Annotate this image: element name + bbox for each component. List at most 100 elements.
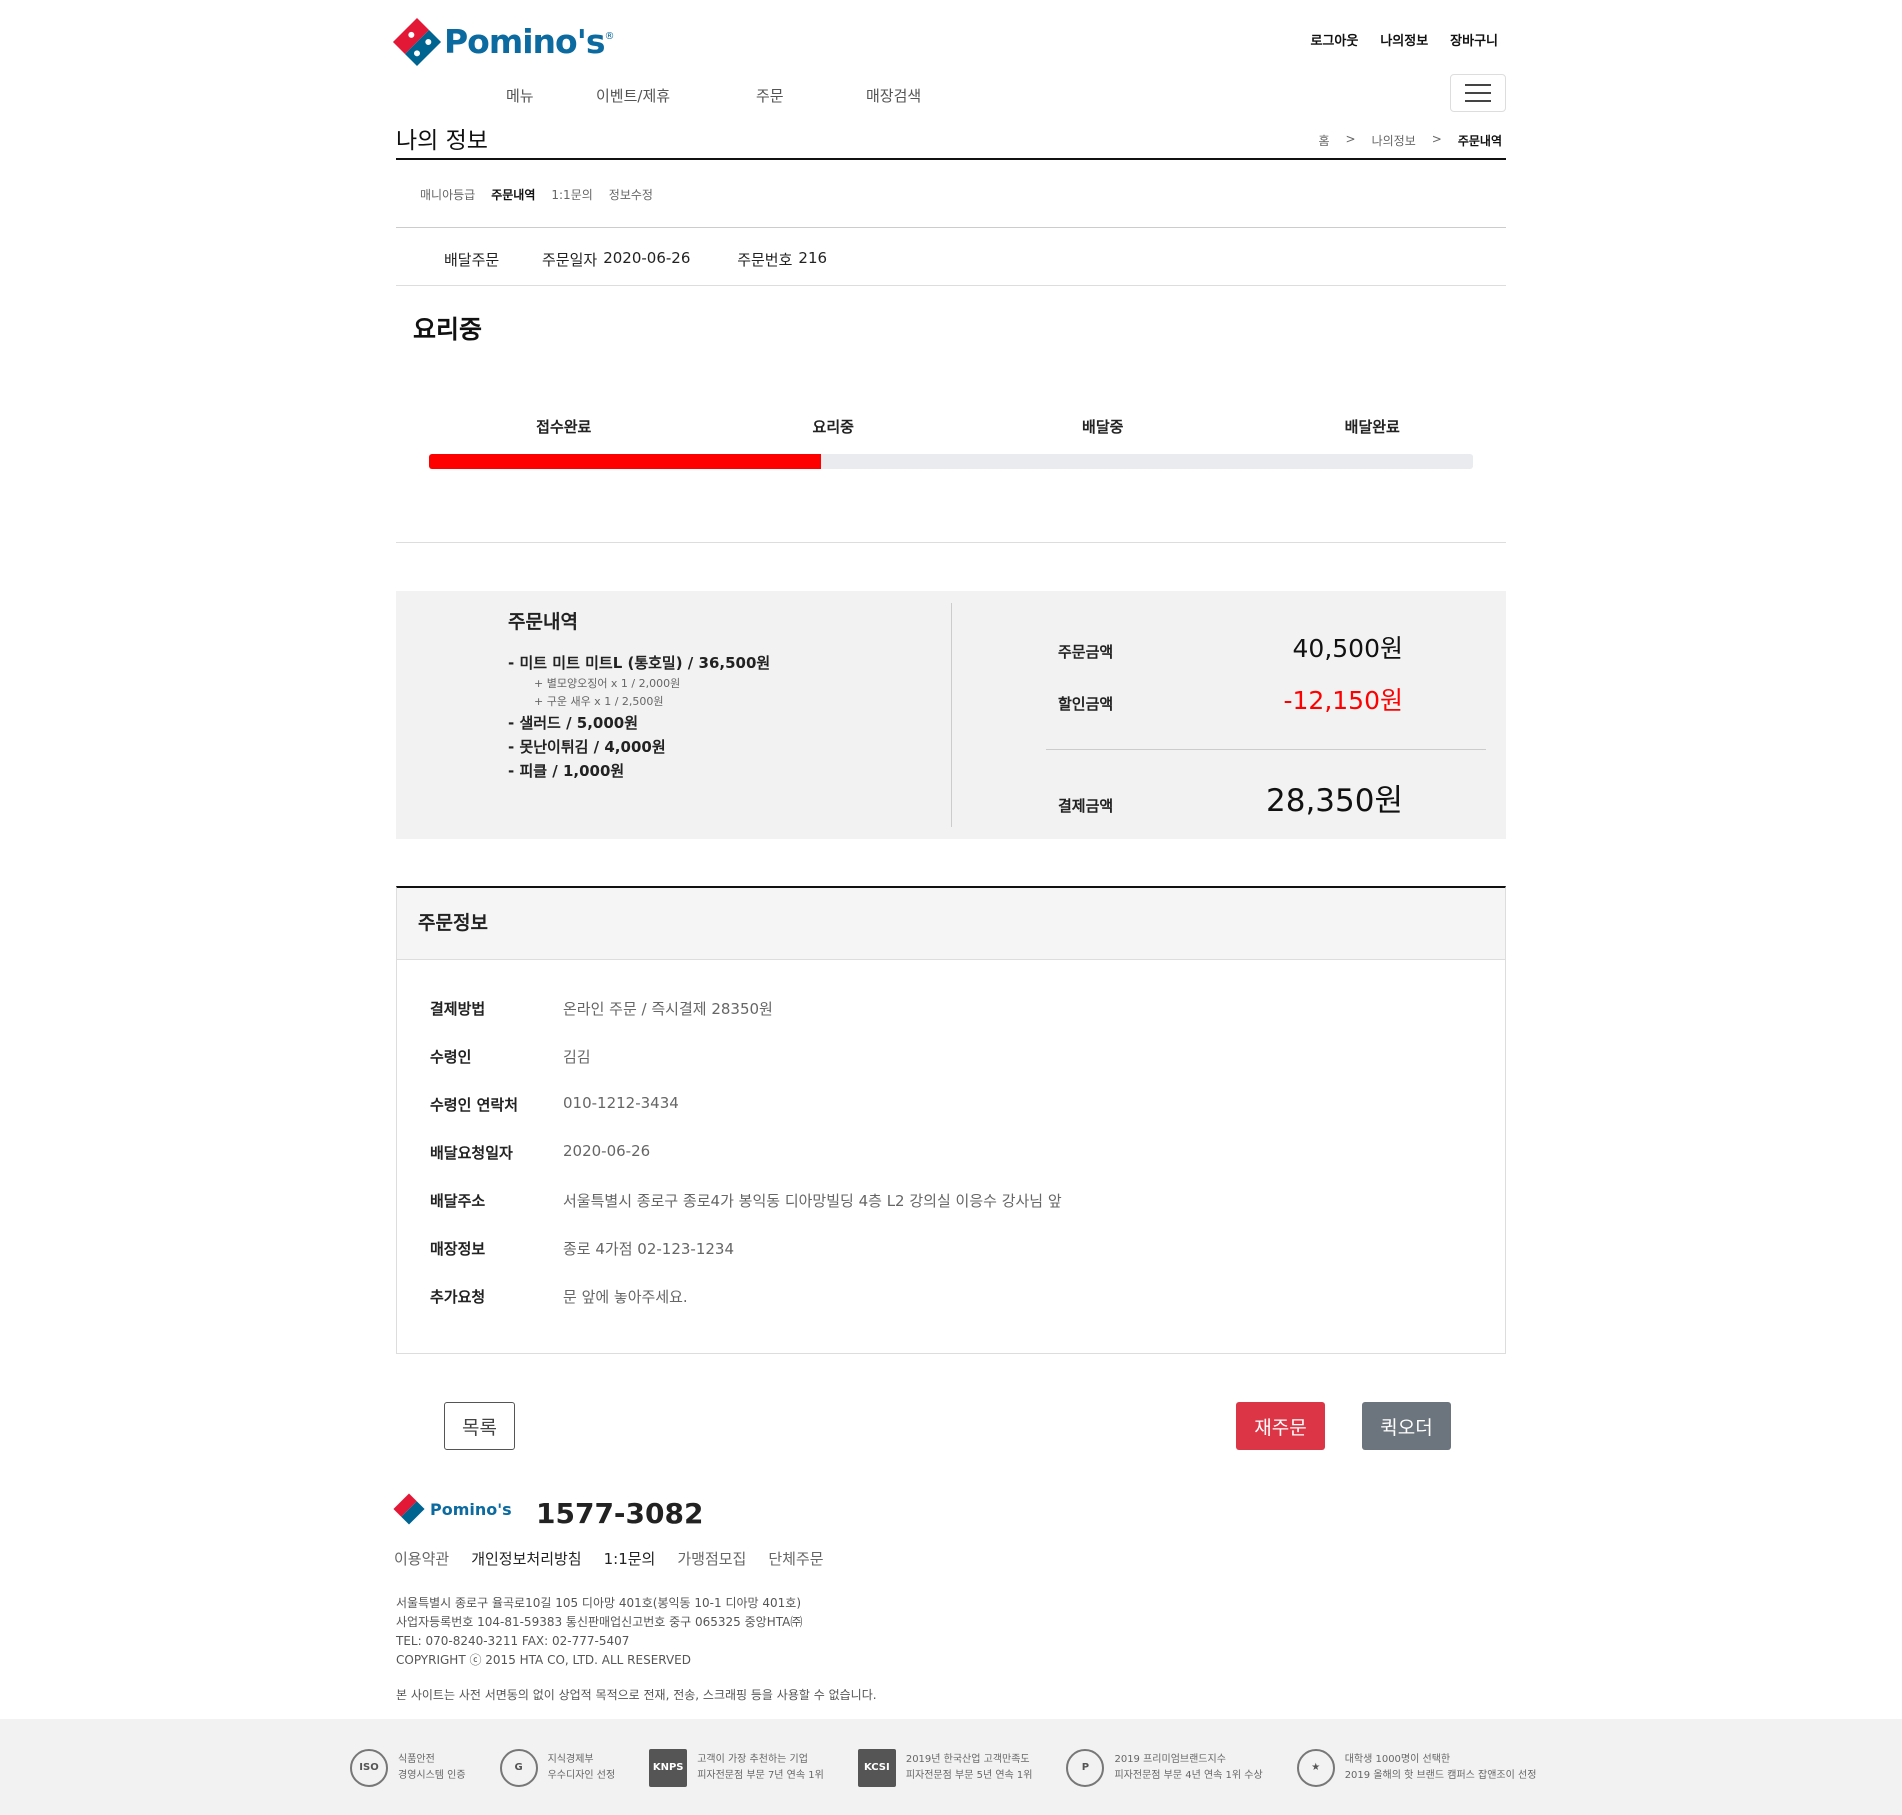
- certification-item: ISO 식품안전 경영시스템 인증: [350, 1749, 466, 1787]
- myinfo-link[interactable]: 나의정보: [1380, 30, 1428, 49]
- breadcrumb-home[interactable]: 홈: [1318, 132, 1329, 149]
- page-title: 나의 정보: [396, 128, 488, 154]
- reorder-button[interactable]: 재주문: [1236, 1402, 1325, 1450]
- footer-link-franchise[interactable]: 가맹점모집: [677, 1548, 746, 1569]
- divider: [396, 227, 1506, 228]
- logout-link[interactable]: 로그아웃: [1310, 30, 1358, 49]
- breadcrumb-current: 주문내역: [1457, 134, 1502, 148]
- price-summary: 주문금액 40,500원 할인금액 -12,150원 결제금액 28,350원: [1058, 629, 1403, 820]
- certification-text: 식품안전 경영시스템 인증: [398, 1752, 466, 1784]
- info-row: 결제방법 온라인 주문 / 즉시결제 28350원: [430, 998, 1062, 1046]
- nav-order[interactable]: 주문: [756, 85, 866, 106]
- certification-item: P 2019 프리미엄브랜드지수 피자전문점 부문 4년 연속 1위 수상: [1066, 1749, 1263, 1787]
- discount-row: 할인금액 -12,150원: [1058, 681, 1403, 751]
- order-header: 배달주문 주문일자 2020-06-26 주문번호 216: [444, 249, 827, 270]
- info-value: 010-1212-3434: [563, 1094, 679, 1112]
- info-row: 배달주소 서울특별시 종로구 종로4가 봉익동 디아망빌딩 4층 L2 강의실 이…: [430, 1190, 1062, 1238]
- info-label: 결제방법: [430, 1000, 486, 1018]
- order-progress-bar: [429, 454, 1473, 469]
- nav-event[interactable]: 이벤트/제휴: [596, 85, 756, 106]
- certification-line: 피자전문점 부문 4년 연속 1위 수상: [1114, 1770, 1263, 1781]
- summary-divider: [951, 603, 952, 827]
- info-row: 추가요청 문 앞에 놓아주세요.: [430, 1286, 1062, 1334]
- site-logo[interactable]: Pomino's ®: [392, 17, 615, 66]
- certification-line: 2019 올해의 핫 브랜드 캠퍼스 잡앤조이 선정: [1344, 1770, 1537, 1781]
- order-no: 216: [798, 249, 828, 267]
- footer-link-inquiry[interactable]: 1:1문의: [604, 1548, 656, 1569]
- logo-text: Pomino's: [444, 22, 605, 61]
- footer-links: 이용약관 개인정보처리방침 1:1문의 가맹점모집 단체주문: [394, 1548, 824, 1569]
- quick-order-button[interactable]: 퀵오더: [1362, 1402, 1451, 1450]
- breadcrumb-myinfo[interactable]: 나의정보: [1372, 132, 1416, 149]
- certification-line: 고객이 가장 추천하는 기업: [697, 1754, 808, 1765]
- certification-text: 2019년 한국산업 고객만족도 피자전문점 부문 5년 연속 1위: [906, 1752, 1033, 1784]
- step-cooking: 요리중: [812, 418, 854, 436]
- certification-list: ISO 식품안전 경영시스템 인증 G 지식경제부 우수디자인 선정 KNPS 고객이 가장 …: [350, 1749, 1536, 1787]
- tab-order-history[interactable]: 주문내역: [491, 186, 535, 203]
- certification-item: KNPS 고객이 가장 추천하는 기업피자전문점 부문 7년 연속 1위: [649, 1749, 824, 1787]
- tab-edit-info[interactable]: 정보수정: [609, 186, 653, 203]
- info-label: 매장정보: [430, 1240, 486, 1258]
- info-row: 배달요청일자 2020-06-26: [430, 1142, 1062, 1190]
- footer-notice: 본 사이트는 사전 서면동의 없이 상업적 목적으로 전재, 전송, 스크래핑 …: [396, 1688, 877, 1702]
- certification-line: 2019년 한국산업 고객만족도: [905, 1754, 1030, 1765]
- certification-badge-icon: ISO: [350, 1749, 388, 1787]
- certification-item: G 지식경제부 우수디자인 선정: [499, 1749, 616, 1787]
- info-value: 2020-06-26: [563, 1142, 651, 1160]
- order-summary: 주문내역 - 미트 미트 미트L (통호밀) / 36,500원 + 별모양오징어…: [396, 591, 1506, 839]
- nav-store-search[interactable]: 매장검색: [866, 85, 966, 106]
- nav-menu[interactable]: 메뉴: [506, 85, 596, 106]
- certification-line: 경영시스템 인증: [398, 1770, 466, 1781]
- hamburger-icon-line: [1465, 100, 1491, 102]
- tab-mania-grade[interactable]: 매니아등급: [420, 186, 475, 203]
- logo-domino-icon: [392, 17, 442, 66]
- order-date-label: 주문일자: [542, 251, 598, 269]
- step-delivered: 배달완료: [1344, 418, 1400, 436]
- footer-link-privacy[interactable]: 개인정보처리방침: [471, 1548, 581, 1569]
- order-item-option: + 별모양오징어 x 1 / 2,000원: [534, 677, 681, 690]
- info-value: 서울특별시 종로구 종로4가 봉익동 디아망빌딩 4층 L2 강의실 이응수 강…: [563, 1192, 1062, 1210]
- certification-line: 지식경제부: [547, 1754, 594, 1765]
- info-row: 수령인 김김: [430, 1046, 1062, 1094]
- footer-business-no: 사업자등록번호 104-81-59383 통신판매업신고번호 중구 065325…: [396, 1615, 803, 1629]
- step-received: 접수완료: [536, 418, 592, 436]
- registered-mark: ®: [604, 31, 615, 42]
- order-status-title: 요리중: [413, 315, 483, 344]
- hamburger-icon: [1465, 84, 1491, 86]
- breadcrumb-separator: >: [1345, 132, 1356, 146]
- certification-line: 피자전문점 부문 7년 연속 1위: [697, 1770, 824, 1781]
- summary-title: 주문내역: [508, 611, 578, 633]
- order-type: 배달주문: [444, 251, 500, 269]
- pay-amount-row: 결제금액 28,350원: [1058, 775, 1403, 820]
- order-item: - 미트 미트 미트L (통호밀) / 36,500원: [508, 654, 771, 672]
- order-items: - 미트 미트 미트L (통호밀) / 36,500원 + 별모양오징어 x 1 …: [508, 651, 770, 783]
- footer-link-terms[interactable]: 이용약관: [394, 1548, 449, 1569]
- hamburger-menu-button[interactable]: [1450, 74, 1506, 112]
- certification-line: 우수디자인 선정: [547, 1770, 616, 1781]
- order-info-rows: 결제방법 온라인 주문 / 즉시결제 28350원 수령인 김김 수령인 연락처 010-…: [430, 998, 1062, 1334]
- certification-item: KCSI 2019년 한국산업 고객만족도 피자전문점 부문 5년 연속 1위: [857, 1749, 1033, 1787]
- status-steps: 접수완료 요리중 배달중 배달완료: [429, 416, 1507, 437]
- footer-logo-text: Pomino's: [430, 1499, 512, 1519]
- order-item: - 못난이튀김 / 4,000원: [508, 738, 666, 756]
- certification-line: 2019 프리미엄브랜드지수: [1114, 1754, 1226, 1765]
- order-amount-label: 주문금액: [1058, 643, 1114, 661]
- info-label: 수령인: [430, 1048, 472, 1066]
- order-date: 2020-06-26: [603, 249, 691, 267]
- footer-logo[interactable]: Pomino's: [393, 1493, 512, 1525]
- divider: [396, 542, 1506, 543]
- footer-link-group-order[interactable]: 단체주문: [768, 1548, 823, 1569]
- list-button[interactable]: 목록: [444, 1402, 515, 1450]
- order-item-option: + 구운 새우 x 1 / 2,500원: [534, 695, 664, 708]
- certification-badge-icon: KNPS: [649, 1749, 688, 1787]
- cart-link[interactable]: 장바구니: [1450, 30, 1498, 49]
- info-value: 김김: [563, 1048, 591, 1066]
- order-item: - 샐러드 / 5,000원: [508, 714, 639, 732]
- info-value: 종로 4가점 02-123-1234: [563, 1240, 734, 1258]
- discount-label: 할인금액: [1058, 695, 1114, 713]
- title-divider: [396, 158, 1506, 160]
- breadcrumb-separator: >: [1431, 132, 1442, 146]
- pay-amount: 28,350원: [1266, 783, 1403, 819]
- tab-inquiry[interactable]: 1:1문의: [551, 186, 592, 203]
- footer-contact: TEL: 070-8240-3211 FAX: 02-777-5407: [396, 1634, 630, 1648]
